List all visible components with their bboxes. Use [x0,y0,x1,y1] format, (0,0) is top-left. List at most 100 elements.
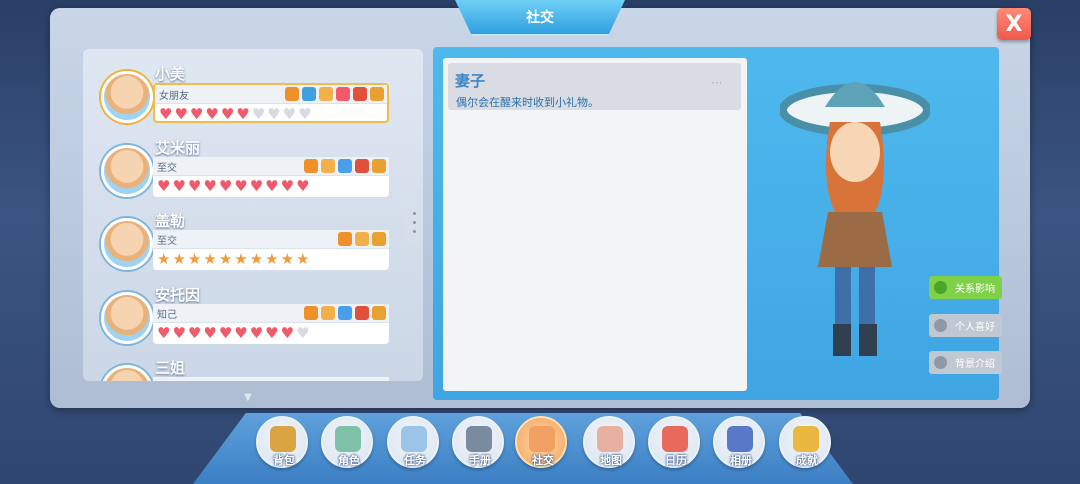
star-icon: ★ [265,250,279,268]
tab-relationship-effect[interactable]: 关系影响 [929,276,1002,299]
close-button[interactable]: X [997,8,1031,40]
hammer-icon [466,426,492,452]
star-icon: ★ [249,250,264,268]
nav-label: 角色 [338,454,360,467]
character-name: 盖勒 [155,212,186,230]
nav-label: 任务 [404,454,426,467]
heart-icon: ♥ [218,324,233,342]
tab-label: 个人喜好 [955,322,995,333]
star-icon: ★ [280,250,295,268]
tab-label: 关系影响 [955,284,995,295]
heart-icon: ♥ [205,105,219,123]
glove-icon [321,159,335,173]
camera-icon [304,159,318,173]
character-row[interactable]: 安托因 知己 ♥ ♥ ♥ ♥ ♥ ♥ ♥ ♥ ♥ ♥ [97,284,417,354]
heart-icon: ♥ [187,177,202,195]
present-icon [372,159,386,173]
character-row[interactable]: 小美 女朋友 ♥ ♥ ♥ ♥ ♥ ♥ ♥ ♥ ♥ ♥ [97,63,417,133]
heart-icon: ♥ [298,105,312,123]
nav-label: 地图 [600,454,622,467]
nav-character[interactable]: 角色 [321,416,373,468]
character-icon [335,426,361,452]
relationship-bar: 知己 ♥ ♥ ♥ ♥ ♥ ♥ ♥ ♥ ♥ ♥ [153,304,389,344]
heart-icon: ♥ [236,105,250,123]
nav-trophy[interactable]: 成就 [779,416,831,468]
star-icon: ★ [187,250,202,268]
nav-handshake[interactable]: 社交 [515,416,567,468]
heart-icon: ♥ [174,105,188,123]
more-icon[interactable]: ··· [711,76,722,90]
nav-calendar[interactable]: 日历 [648,416,700,468]
nav-label: 背包 [273,454,295,467]
character-avatar [101,145,153,197]
scroll-down-arrow-icon[interactable]: ▼ [244,392,252,403]
camera-icon [304,306,318,320]
star-icon: ★ [234,250,248,268]
affection-meter: ♥ ♥ ♥ ♥ ♥ ♥ ♥ ♥ ♥ ♥ [153,323,389,342]
camera-icon [338,232,352,246]
character-avatar [101,71,153,123]
glove-icon [321,306,335,320]
calendar-icon [662,426,688,452]
relationship-level: 至交 [157,162,177,174]
handshake-icon [529,426,555,452]
heart-icon: ♥ [265,177,279,195]
speech-bubble-icon [355,306,369,320]
effect-description: 偶尔会在醒来时收到小礼物。 [456,96,599,109]
heart-icon: ♥ [265,324,279,342]
heart-icon: ♥ [234,324,248,342]
glove-icon [355,232,369,246]
present-icon [372,306,386,320]
heart-icon: ♥ [203,177,217,195]
nav-clipboard[interactable]: 任务 [387,416,439,468]
relationship-bar [153,377,389,381]
heart-icon [934,319,947,332]
relationship-icon [934,281,947,294]
present-icon [372,232,386,246]
character-name: 艾米丽 [155,139,201,157]
person-icon [934,356,947,369]
character-row[interactable]: 三姐 [97,357,417,381]
heart-icon: ♥ [203,324,217,342]
nav-backpack[interactable]: 背包 [256,416,308,468]
nav-album[interactable]: 相册 [713,416,765,468]
heart-icon: ♥ [172,324,186,342]
star-icon: ★ [203,250,217,268]
tab-personal-preferences[interactable]: 个人喜好 [929,314,1002,337]
heart-icon: ♥ [249,177,264,195]
heart-icon: ♥ [157,177,171,195]
nav-label: 成就 [796,454,818,467]
heart-icon: ♥ [249,324,264,342]
album-icon [727,426,753,452]
affection-meter: ★ ★ ★ ★ ★ ★ ★ ★ ★ ★ [153,249,389,268]
relationship-level: 至交 [157,235,177,247]
panel-divider-handle[interactable] [405,206,423,242]
heart-icon: ♥ [159,105,173,123]
character-list[interactable]: 小美 女朋友 ♥ ♥ ♥ ♥ ♥ ♥ ♥ ♥ ♥ ♥ 艾米丽 至交 ♥ ♥ ♥ ♥ ♥ ♥ ♥ ♥ ♥ ♥ 盖勒 至交 ★ ★ ★ ★ ★ ★… [83,49,423,381]
affection-meter: ♥ ♥ ♥ ♥ ♥ ♥ ♥ ♥ ♥ ♥ [155,104,387,123]
shirt-icon [338,306,352,320]
heart-icon: ♥ [280,177,295,195]
tab-background-intro[interactable]: 背景介绍 [929,351,1002,374]
heart-icon: ♥ [220,105,235,123]
character-row[interactable]: 盖勒至交 ★ ★ ★ ★ ★ ★ ★ ★ ★ ★ [97,210,417,280]
nav-map[interactable]: 地图 [583,416,635,468]
backpack-icon [270,426,296,452]
present-icon [370,87,384,101]
character-name: 小美 [155,65,186,83]
shirt-icon [338,159,352,173]
relationship-bar: 女朋友 ♥ ♥ ♥ ♥ ♥ ♥ ♥ ♥ ♥ ♥ [153,83,389,123]
character-row[interactable]: 艾米丽 至交 ♥ ♥ ♥ ♥ ♥ ♥ ♥ ♥ ♥ ♥ [97,137,417,207]
star-icon: ★ [218,250,233,268]
gift-box-icon [302,87,316,101]
heart-icon: ♥ [282,105,297,123]
heart-icon: ♥ [189,105,204,123]
nav-label: 日历 [665,454,687,467]
heart-icon: ♥ [267,105,281,123]
map-icon [597,426,623,452]
star-icon: ★ [172,250,186,268]
heart-icon: ♥ [234,177,248,195]
nav-hammer[interactable]: 手册 [452,416,504,468]
heart-icon: ♥ [296,177,310,195]
relationship-level: 知己 [157,309,177,321]
